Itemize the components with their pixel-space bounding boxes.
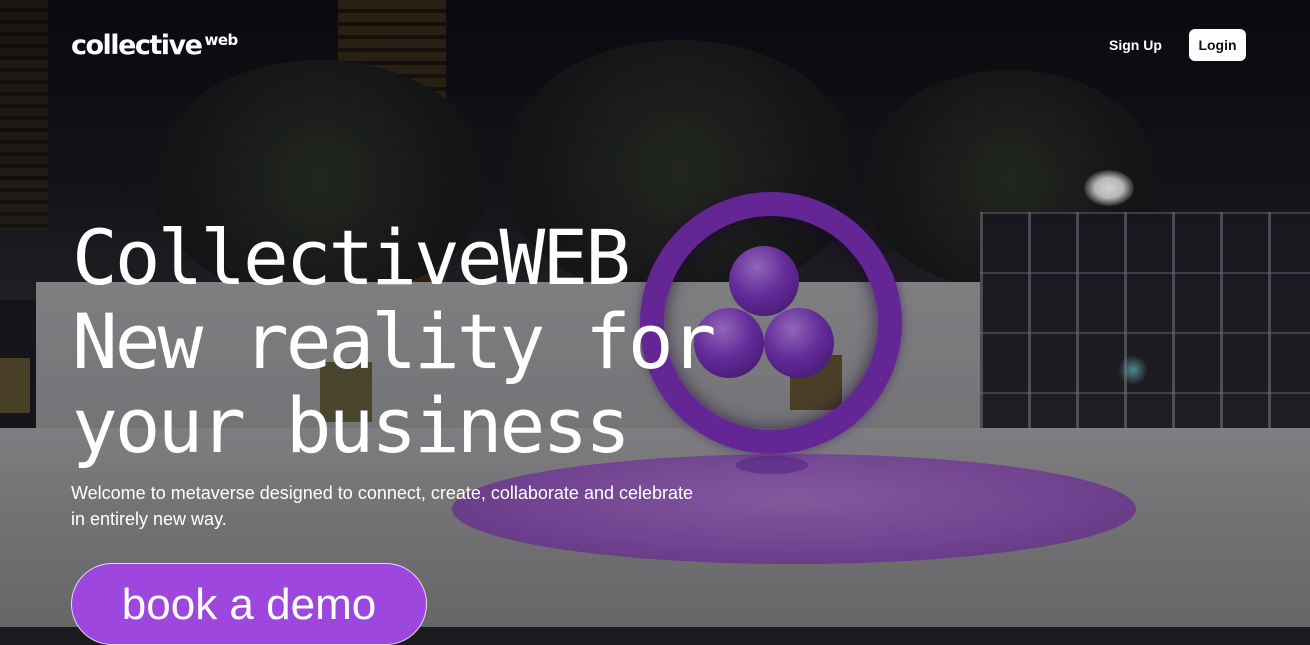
book-demo-button[interactable]: book a demo [71,563,427,645]
sign-up-link[interactable]: Sign Up [1100,33,1171,57]
hero-subtitle: Welcome to metaverse designed to connect… [71,483,694,529]
hero-title: CollectiveWEB New reality for your busin… [72,216,732,468]
hero-title-line: CollectiveWEB [72,213,631,302]
hero-title-line: New reality for [72,297,716,386]
hero-title-line: your business [72,381,631,470]
brand-logo[interactable]: collective web [71,30,238,61]
logo-wordmark: collective [71,30,203,61]
login-button[interactable]: Login [1189,29,1246,61]
logo-suffix: web [204,31,238,49]
